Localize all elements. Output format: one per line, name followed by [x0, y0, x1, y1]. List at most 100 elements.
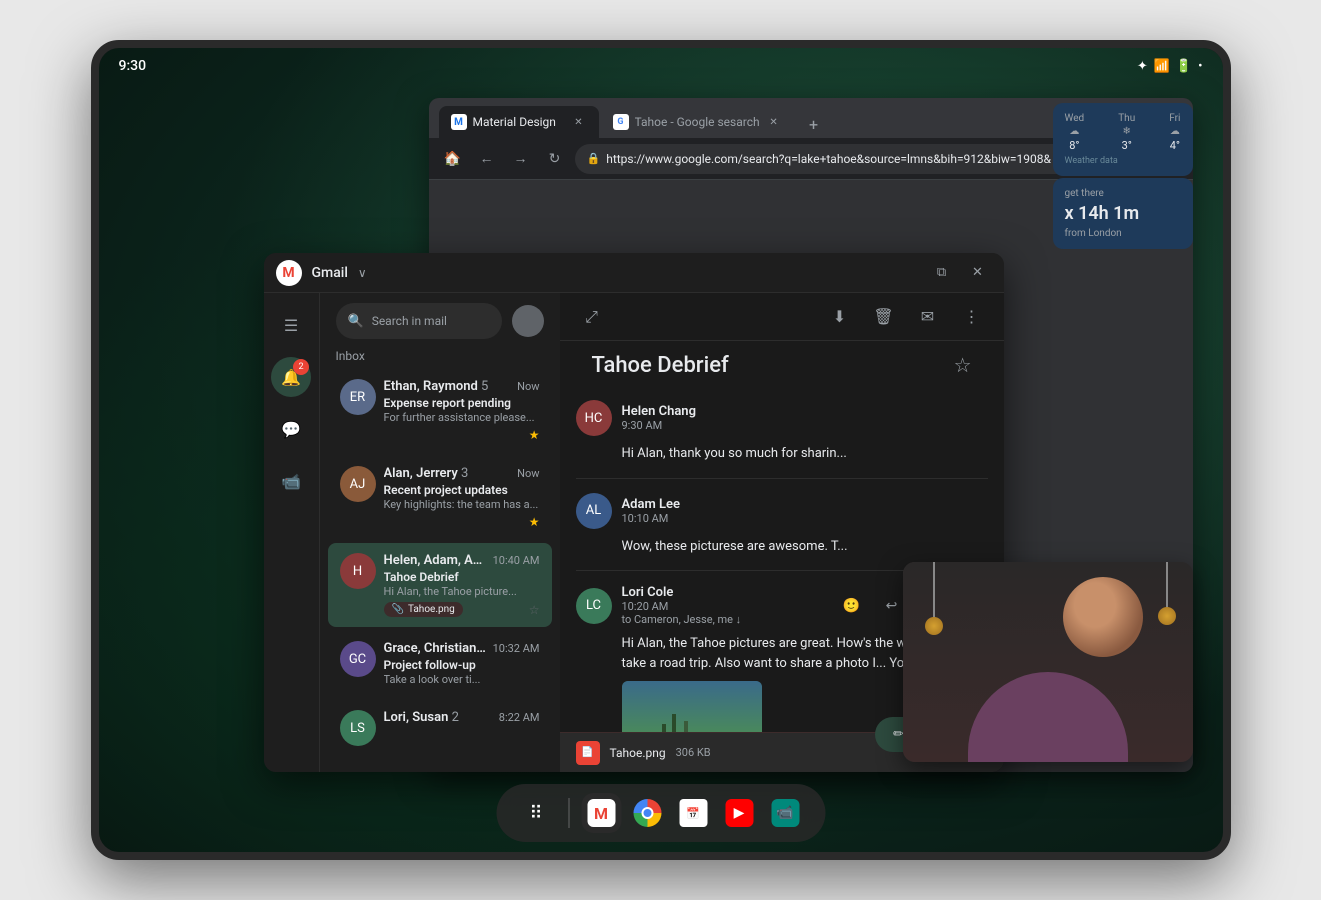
gmail-sidebar-menu[interactable]: ☰ [271, 305, 311, 345]
gmail-search-bar[interactable]: 🔍 Search in mail [336, 303, 502, 339]
taskbar-apps-button[interactable]: ⠿ [516, 793, 556, 833]
thread-title: Tahoe Debrief [576, 341, 745, 386]
gmail-sidebar-chat[interactable]: 💬 [271, 409, 311, 449]
gmail-sidebar-notifications[interactable]: 🔔 2 [271, 357, 311, 397]
weather-widget: Wed ☁ 8° Thu ❄ 3° Fri ☁ 4° Weath [1053, 103, 1193, 176]
notification-badge: 2 [293, 359, 309, 375]
email-item-2[interactable]: AJ Alan, Jerrery 3 Now Recent project up… [328, 456, 552, 539]
email-sender-2: Alan, Jerrery 3 [384, 466, 469, 481]
msg-emoji-btn[interactable]: 🙂 [836, 590, 868, 622]
gmail-close-button[interactable]: ✕ [964, 259, 992, 287]
weather-wed: Wed ☁ 8° [1065, 113, 1085, 152]
email-title-row: Tahoe Debrief ☆ [560, 341, 1004, 386]
gmail-sidebar-meet[interactable]: 📹 [271, 461, 311, 501]
detail-expand-icon[interactable]: ⤢ [576, 301, 608, 333]
bluetooth-icon: ✦ [1137, 59, 1148, 74]
chrome-back-button[interactable]: ← [473, 145, 501, 173]
chrome-tab2-close[interactable]: ✕ [766, 114, 782, 130]
video-lamp1-bulb [925, 617, 943, 635]
attachment-type-icon: 📄 [576, 741, 600, 765]
email-star-1[interactable]: ★ [529, 428, 540, 442]
message-1: HC Helen Chang 9:30 AM Hi Alan, thank yo… [576, 386, 988, 479]
email-content-1: Ethan, Raymond 5 Now Expense report pend… [384, 379, 540, 442]
thread-star[interactable]: ☆ [938, 341, 988, 385]
taskbar-gmail[interactable]: M [581, 793, 621, 833]
email-time-4: 10:32 AM [493, 642, 540, 655]
email-item-5[interactable]: LS Lori, Susan 2 8:22 AM [328, 700, 552, 756]
battery-indicator: • [1198, 59, 1202, 74]
apps-grid-icon: ⠿ [529, 803, 542, 824]
chrome-refresh-button[interactable]: ↻ [541, 145, 569, 173]
chrome-tab1-title: Material Design [473, 115, 565, 129]
status-icons: ✦ 📶 🔋 • [1137, 59, 1203, 74]
battery-icon: 🔋 [1176, 59, 1192, 74]
detail-archive-icon[interactable]: ⬇ [824, 301, 856, 333]
video-person [903, 562, 1193, 762]
status-time: 9:30 [119, 58, 147, 74]
chrome-tab-1[interactable]: M Material Design ✕ [439, 106, 599, 138]
video-lamp1 [933, 562, 935, 622]
taskbar-youtube[interactable]: ▶ [719, 793, 759, 833]
gmail-maximize-button[interactable]: ⧉ [928, 259, 956, 287]
email-sender-4: Grace, Christian 12 [384, 641, 489, 656]
email-preview-4: Take a look over ti... [384, 673, 540, 686]
detail-delete-icon[interactable]: 🗑 [868, 301, 900, 333]
email-sender-1: Ethan, Raymond 5 [384, 379, 489, 394]
taskbar-chrome[interactable] [627, 793, 667, 833]
email-subject-4: Project follow-up [384, 658, 540, 672]
email-content-3: Helen, Adam, Amanda 4 10:40 AM Tahoe Deb… [384, 553, 540, 617]
video-lamp2 [1166, 562, 1168, 612]
email-time-5: 8:22 AM [499, 711, 540, 724]
email-avatar-2: AJ [340, 466, 376, 502]
taskbar-meet[interactable]: 📹 [765, 793, 805, 833]
gmail-dropdown-icon[interactable]: ∨ [358, 266, 367, 280]
weather-fri-temp: 4° [1170, 139, 1180, 152]
travel-time: x 14h 1m [1065, 203, 1181, 224]
chrome-tab2-title: Tahoe - Google sesarch [635, 115, 760, 129]
chrome-home-button[interactable]: 🏠 [439, 145, 467, 173]
msg-body-1: Hi Alan, thank you so much for sharin... [622, 444, 988, 464]
calendar-taskbar-icon: 📅 [679, 799, 707, 827]
detail-mark-read-icon[interactable]: ✉ [912, 301, 944, 333]
msg-time-3: 10:20 AM [622, 600, 826, 613]
travel-from: from London [1065, 228, 1181, 239]
chrome-tab1-favicon: M [451, 114, 467, 130]
email-item-1[interactable]: ER Ethan, Raymond 5 Now Expense report p… [328, 369, 552, 452]
new-tab-button[interactable]: + [800, 110, 828, 138]
meet-taskbar-icon: 📹 [771, 799, 799, 827]
weather-thu: Thu ❄ 3° [1118, 113, 1135, 152]
taskbar-calendar[interactable]: 📅 [673, 793, 713, 833]
chrome-tab-2[interactable]: G Tahoe - Google sesarch ✕ [601, 106, 794, 138]
weather-thu-temp: 3° [1122, 139, 1132, 152]
email-star-3[interactable]: ☆ [529, 603, 540, 617]
email-subject-1: Expense report pending [384, 396, 540, 410]
msg-to-3: to Cameron, Jesse, me ↓ [622, 613, 826, 626]
email-star-2[interactable]: ★ [529, 515, 540, 529]
email-attachment-chip-3[interactable]: 📎 Tahoe.png [384, 602, 463, 617]
email-content-5: Lori, Susan 2 8:22 AM [384, 710, 540, 725]
gmail-taskbar-icon: M [587, 799, 615, 827]
email-time-2: Now [517, 467, 539, 480]
taskbar: ⠿ M 📅 ▶ [496, 784, 825, 842]
video-lamp2-bulb [1158, 607, 1176, 625]
email-item-4[interactable]: GC Grace, Christian 12 10:32 AM Project … [328, 631, 552, 696]
detail-more-icon[interactable]: ⋮ [956, 301, 988, 333]
gmail-window: M Gmail ∨ ⧉ ✕ ☰ 🔔 2 [264, 253, 1004, 772]
chrome-tab1-close[interactable]: ✕ [571, 114, 587, 130]
chrome-tab2-favicon: G [613, 114, 629, 130]
chrome-forward-button[interactable]: → [507, 145, 535, 173]
gmail-user-avatar[interactable] [512, 305, 544, 337]
msg-avatar-3: LC [576, 588, 612, 624]
travel-label: get there [1065, 188, 1181, 199]
email-subject-3: Tahoe Debrief [384, 570, 540, 584]
email-item-3[interactable]: H Helen, Adam, Amanda 4 10:40 AM Tahoe D… [328, 543, 552, 627]
email-avatar-4: GC [340, 641, 376, 677]
chrome-lock-icon: 🔒 [587, 152, 601, 165]
detail-toolbar: ⤢ ⬇ 🗑 ✉ ⋮ [560, 293, 1004, 341]
inbox-label: Inbox [320, 345, 560, 367]
email-sender-5: Lori, Susan 2 [384, 710, 459, 725]
gmail-logo: M [276, 260, 302, 286]
msg-sender-1: Helen Chang [622, 404, 988, 419]
weather-fri-icon: ☁ [1170, 126, 1180, 137]
gmail-window-controls: ⧉ ✕ [928, 259, 992, 287]
